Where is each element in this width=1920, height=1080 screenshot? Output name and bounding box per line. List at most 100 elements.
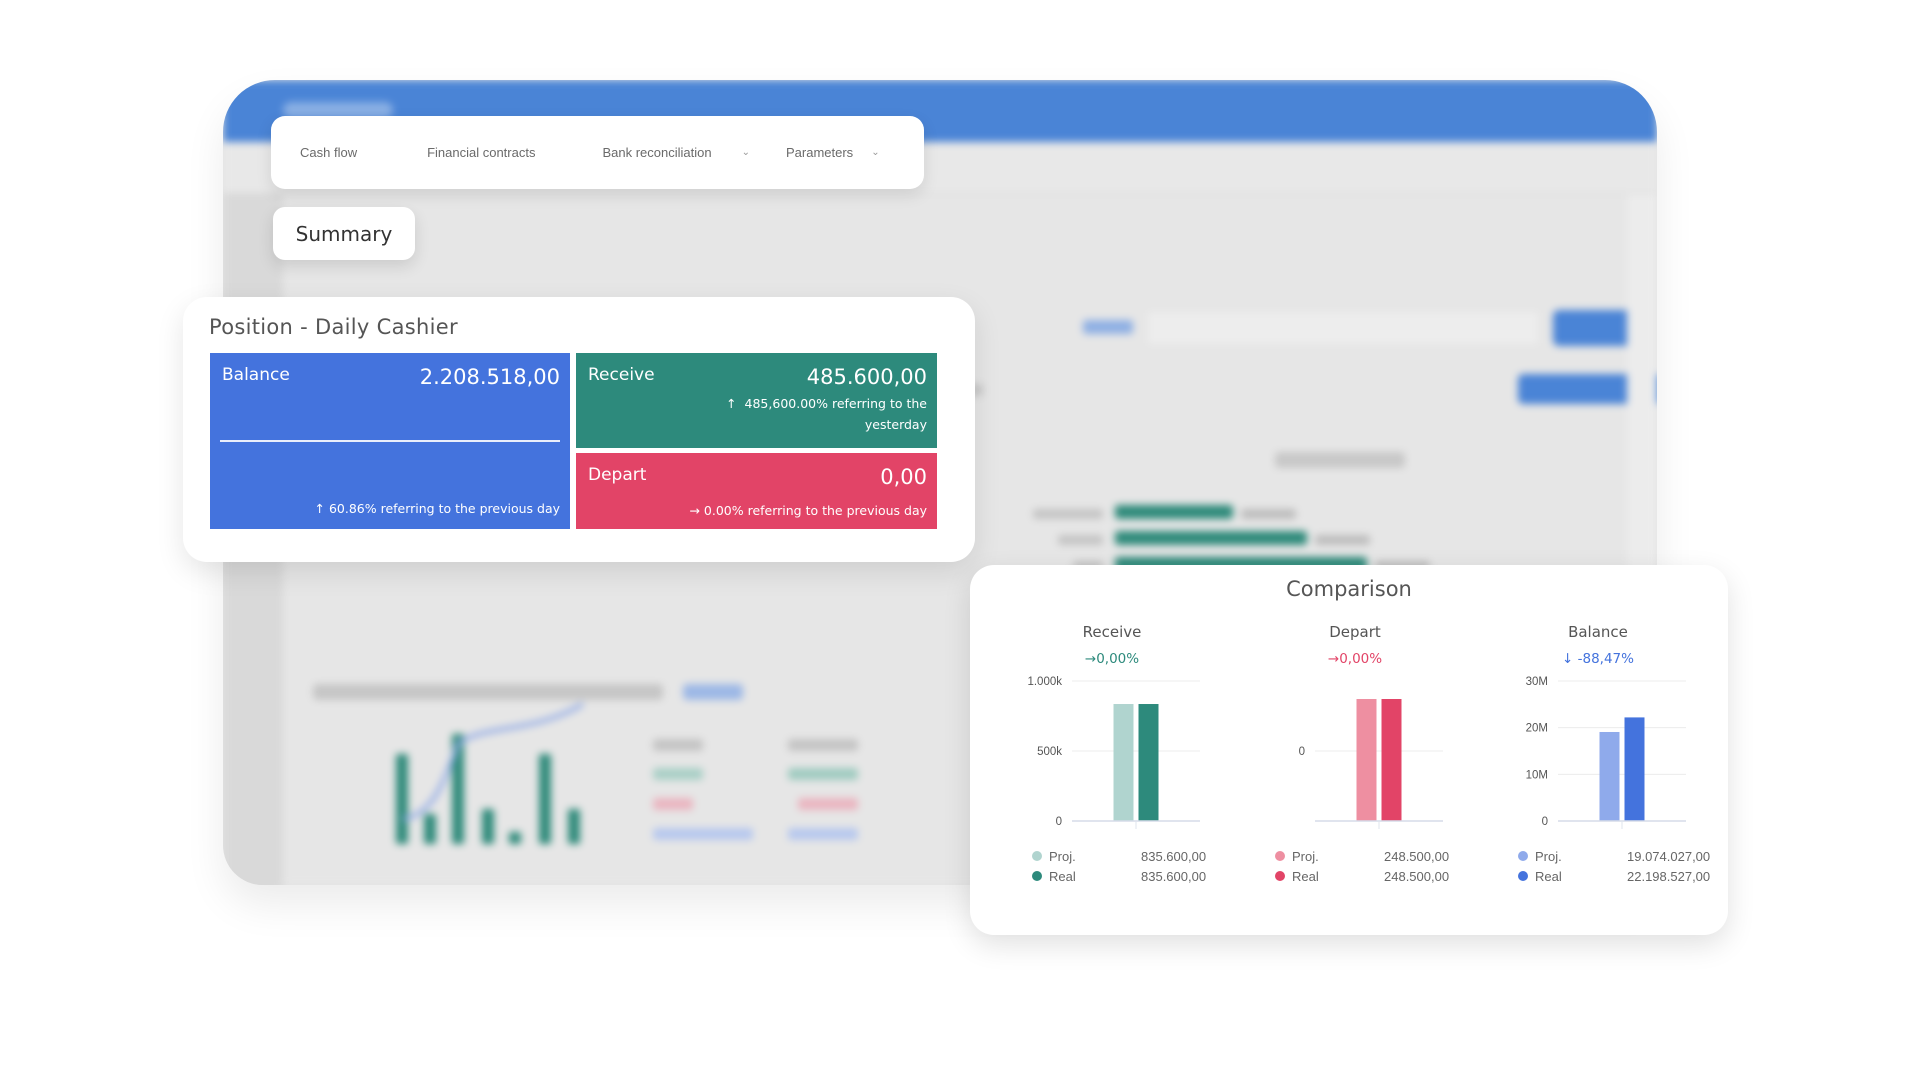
legend-row-real: Real 835.600,00 — [1032, 866, 1232, 886]
comparison-legend: Proj. 248.500,00 Real 248.500,00 — [1275, 846, 1475, 886]
legend-dot-icon — [1518, 871, 1528, 881]
comparison-col-title: Receive — [1082, 623, 1142, 641]
tile-label: Balance — [222, 365, 290, 385]
bg-bar-label — [1033, 509, 1103, 519]
legend-dot-icon — [1032, 871, 1042, 881]
bg-legend — [788, 768, 858, 780]
legend-value: 835.600,00 — [1141, 868, 1207, 884]
legend-name: Proj. — [1535, 848, 1562, 864]
divider — [220, 440, 560, 442]
comparison-depart: Depart →0,00% 0 Proj. 248.500,00 Real 24… — [1235, 613, 1475, 923]
arrow-up-icon: ↑ — [726, 396, 737, 411]
y-tick-label: 30M — [1526, 676, 1548, 688]
nav-item-parameters[interactable]: Parameters ⌄ — [786, 145, 880, 160]
bg-trend-line — [402, 702, 585, 821]
receive-bar-chart: 0 500k 1.000k — [1027, 676, 1200, 829]
legend-dot-icon — [1032, 851, 1042, 861]
bg-legend — [788, 739, 858, 751]
comparison-legend: Proj. 835.600,00 Real 835.600,00 — [1032, 846, 1232, 886]
position-daily-cashier-card: Position - Daily Cashier Balance 2.208.5… — [183, 297, 975, 562]
bar-real — [1381, 699, 1402, 821]
comparison-col-change: →0,00% — [1084, 651, 1140, 667]
y-tick-label: 10M — [1526, 769, 1548, 781]
balance-tile[interactable]: Balance 2.208.518,00 ↑ 60.86% referring … — [210, 353, 570, 529]
bg-bar-chart-title — [1275, 452, 1405, 468]
tile-note-text: 60.86% referring to the previous day — [328, 501, 560, 516]
legend-value: 19.074.027,00 — [1627, 848, 1711, 864]
legend-name: Real — [1535, 868, 1562, 884]
main-nav: Cash flow Financial contracts Bank recon… — [271, 116, 924, 189]
bg-bar-value — [1241, 509, 1296, 519]
comparison-balance: Balance ↓ -88,47% 0 10M 20M 30M Proj. 19.07… — [1478, 613, 1718, 923]
arrow-up-icon: ↑ — [314, 501, 325, 516]
bg-bar — [1115, 505, 1233, 519]
y-tick-label: 0 — [1056, 816, 1062, 828]
tile-label: Receive — [588, 365, 655, 385]
legend-dot-icon — [1275, 871, 1285, 881]
bar-proj — [1356, 699, 1377, 821]
bg-bar-value — [1315, 535, 1370, 545]
chevron-down-icon: ⌄ — [871, 147, 880, 158]
comparison-col-title: Balance — [1568, 623, 1628, 641]
bg-bar-label — [1058, 535, 1103, 545]
y-tick-label: 20M — [1526, 723, 1548, 735]
y-tick-label: 0 — [1542, 816, 1548, 828]
comparison-col-title: Depart — [1329, 623, 1381, 641]
arrow-right-icon: → — [689, 503, 700, 518]
tile-note-text: 0.00% referring to the previous day — [703, 503, 927, 518]
tile-value: 0,00 — [880, 465, 927, 489]
nav-item-bank-reconciliation[interactable]: Bank reconciliation ⌄ — [602, 145, 750, 160]
nav-item-label: Bank reconciliation — [602, 145, 712, 160]
bar-real — [1138, 704, 1159, 821]
comparison-col-change: ↓ -88,47% — [1562, 651, 1634, 667]
tab-summary-label: Summary — [295, 221, 393, 246]
balance-bar-chart: 0 10M 20M 30M — [1526, 676, 1686, 829]
comparison-col-change: →0,00% — [1327, 651, 1383, 667]
legend-name: Proj. — [1049, 848, 1076, 864]
bar-proj — [1599, 731, 1620, 821]
legend-name: Real — [1292, 868, 1319, 884]
bg-legend — [653, 798, 693, 810]
comparison-receive: Receive →0,00% 0 500k 1.000k Proj. 835.600… — [992, 613, 1232, 923]
legend-dot-icon — [1518, 851, 1528, 861]
tile-note-text: 485,600.00% referring to the yesterday — [744, 396, 927, 432]
legend-value: 22.198.527,00 — [1627, 868, 1711, 884]
legend-row-real: Real 22.198.527,00 — [1518, 866, 1718, 886]
legend-name: Real — [1049, 868, 1076, 884]
tile-label: Depart — [588, 465, 647, 485]
nav-item-cash-flow[interactable]: Cash flow — [300, 145, 357, 160]
bg-legend — [798, 798, 858, 810]
legend-row-real: Real 248.500,00 — [1275, 866, 1475, 886]
tile-note: ↑ 60.86% referring to the previous day — [314, 498, 560, 519]
chevron-down-icon: ⌄ — [741, 147, 750, 158]
bg-legend — [653, 768, 703, 780]
nav-item-label: Parameters — [785, 145, 854, 160]
bg-filter-label — [1083, 320, 1133, 334]
tile-value: 2.208.518,00 — [419, 365, 560, 389]
legend-row-proj: Proj. 19.074.027,00 — [1518, 846, 1718, 866]
bg-bar — [1115, 531, 1307, 545]
legend-name: Proj. — [1292, 848, 1319, 864]
bar-real — [1624, 717, 1645, 821]
bg-legend — [653, 828, 753, 840]
card-title: Comparison — [1286, 577, 1412, 601]
legend-row-proj: Proj. 248.500,00 — [1275, 846, 1475, 866]
tab-summary[interactable]: Summary — [273, 207, 415, 260]
depart-tile[interactable]: Depart 0,00 → 0.00% referring to the pre… — [576, 453, 937, 529]
legend-row-proj: Proj. 835.600,00 — [1032, 846, 1232, 866]
nav-item-financial-contracts[interactable]: Financial contracts — [427, 145, 535, 160]
receive-tile[interactable]: Receive 485.600,00 ↑ 485,600.00% referri… — [576, 353, 937, 448]
legend-dot-icon — [1275, 851, 1285, 861]
y-tick-label: 0 — [1299, 746, 1305, 758]
y-tick-label: 1.000k — [1027, 676, 1062, 688]
nav-item-label: Cash flow — [300, 145, 358, 160]
tile-note: ↑ 485,600.00% referring to the yesterday — [687, 393, 927, 435]
comparison-legend: Proj. 19.074.027,00 Real 22.198.527,00 — [1518, 846, 1718, 886]
tile-note: → 0.00% referring to the previous day — [689, 500, 927, 521]
bg-line-chart-link — [683, 684, 743, 700]
depart-bar-chart: 0 — [1299, 699, 1443, 829]
bar-proj — [1113, 704, 1134, 821]
bg-legend — [788, 828, 858, 840]
bg-filter-input — [1148, 312, 1538, 344]
comparison-card: Comparison Receive →0,00% 0 500k 1.000k Pr… — [970, 565, 1728, 935]
